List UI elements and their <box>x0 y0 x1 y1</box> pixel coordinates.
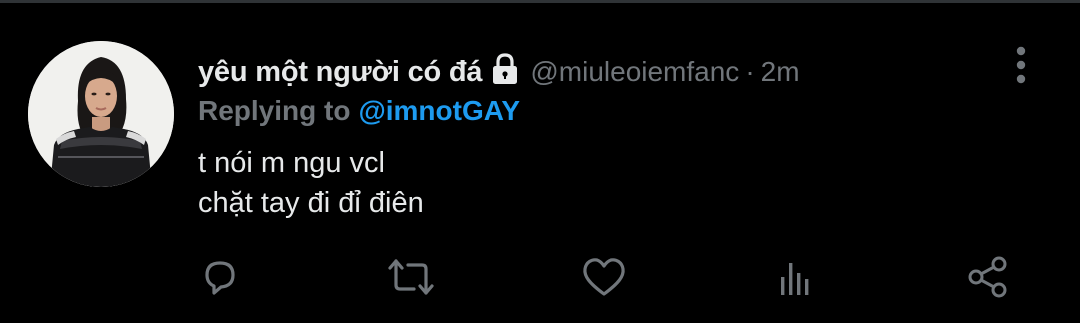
lock-icon <box>490 53 520 85</box>
more-options-button[interactable] <box>1006 46 1036 91</box>
retweet-icon <box>386 255 436 299</box>
tweet-text: t nói m ngu vcl chặt tay đi đỉ điên <box>198 143 424 223</box>
tweet-text-line: chặt tay đi đỉ điên <box>198 187 424 219</box>
like-button[interactable] <box>577 250 631 304</box>
like-icon <box>581 255 627 299</box>
tweet-header: yêu một người có đá @miuleoiemfanc · 2m <box>198 50 800 94</box>
handle[interactable]: @miuleoiemfanc <box>530 56 739 88</box>
replying-to-label: Replying to <box>198 95 351 126</box>
tweet-text-line: t nói m ngu vcl <box>198 147 385 179</box>
reply-icon <box>198 255 242 299</box>
avatar[interactable] <box>28 41 174 187</box>
share-button[interactable] <box>961 250 1015 304</box>
replying-to-handle-link[interactable]: @imnotGAY <box>358 95 520 127</box>
reply-button[interactable] <box>193 250 247 304</box>
share-icon <box>965 254 1011 300</box>
tweet[interactable]: yêu một người có đá @miuleoiemfanc · 2m … <box>0 0 1080 323</box>
tweet-actions <box>0 250 1080 304</box>
display-name[interactable]: yêu một người có đá <box>198 56 483 89</box>
analytics-button[interactable] <box>769 250 823 304</box>
analytics-icon <box>776 255 816 299</box>
more-vertical-icon <box>1015 46 1027 91</box>
timestamp[interactable]: 2m <box>761 56 800 88</box>
separator-dot: · <box>745 56 755 87</box>
replying-to: Replying to @imnotGAY <box>198 92 520 130</box>
retweet-button[interactable] <box>384 250 438 304</box>
